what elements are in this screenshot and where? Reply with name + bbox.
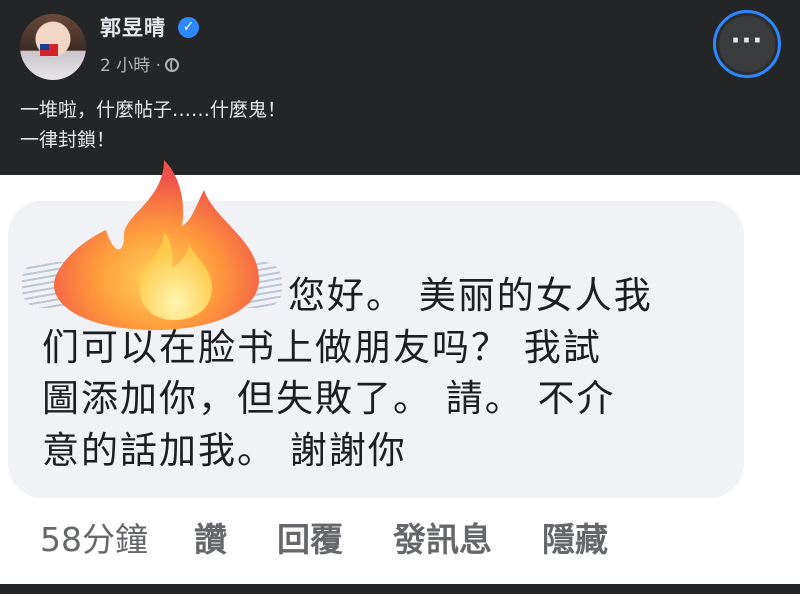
comment-line: 意的話加我。 謝謝你 [42, 428, 407, 472]
taiwan-flag-icon [40, 44, 58, 56]
author-name[interactable]: 郭昱晴 [100, 12, 166, 42]
more-options-button[interactable]: ··· [713, 10, 781, 78]
post-text-line: 一堆啦，什麼帖子……什麼鬼！ [20, 99, 287, 121]
post-meta: 2 小時 · [100, 51, 180, 76]
globe-icon [165, 58, 180, 72]
verified-badge-icon: ✓ [178, 17, 199, 38]
comment-actions: 58分鐘 讚 回覆 發訊息 隱藏 [40, 513, 658, 561]
post-time[interactable]: 2 小時 · [100, 56, 161, 76]
hide-button[interactable]: 隱藏 [542, 513, 608, 561]
comment-line: 圖添加你，但失敗了。 請。 不介 [42, 377, 616, 420]
comment-time[interactable]: 58分鐘 [40, 513, 148, 561]
more-options-icon: ··· [719, 16, 775, 72]
send-message-button[interactable]: 發訊息 [393, 513, 492, 561]
post-header: 郭昱晴 ✓ 2 小時 · ··· 一堆啦，什麼帖子……什麼鬼！ 一律封鎖！ [0, 0, 800, 175]
post-text: 一堆啦，什麼帖子……什麼鬼！ 一律封鎖！ [20, 95, 286, 155]
reply-button[interactable]: 回覆 [277, 513, 343, 561]
bottom-bar [0, 584, 800, 594]
post-text-line: 一律封鎖！ [20, 129, 116, 151]
fire-emoji-icon [54, 160, 259, 330]
like-button[interactable]: 讚 [194, 513, 227, 561]
